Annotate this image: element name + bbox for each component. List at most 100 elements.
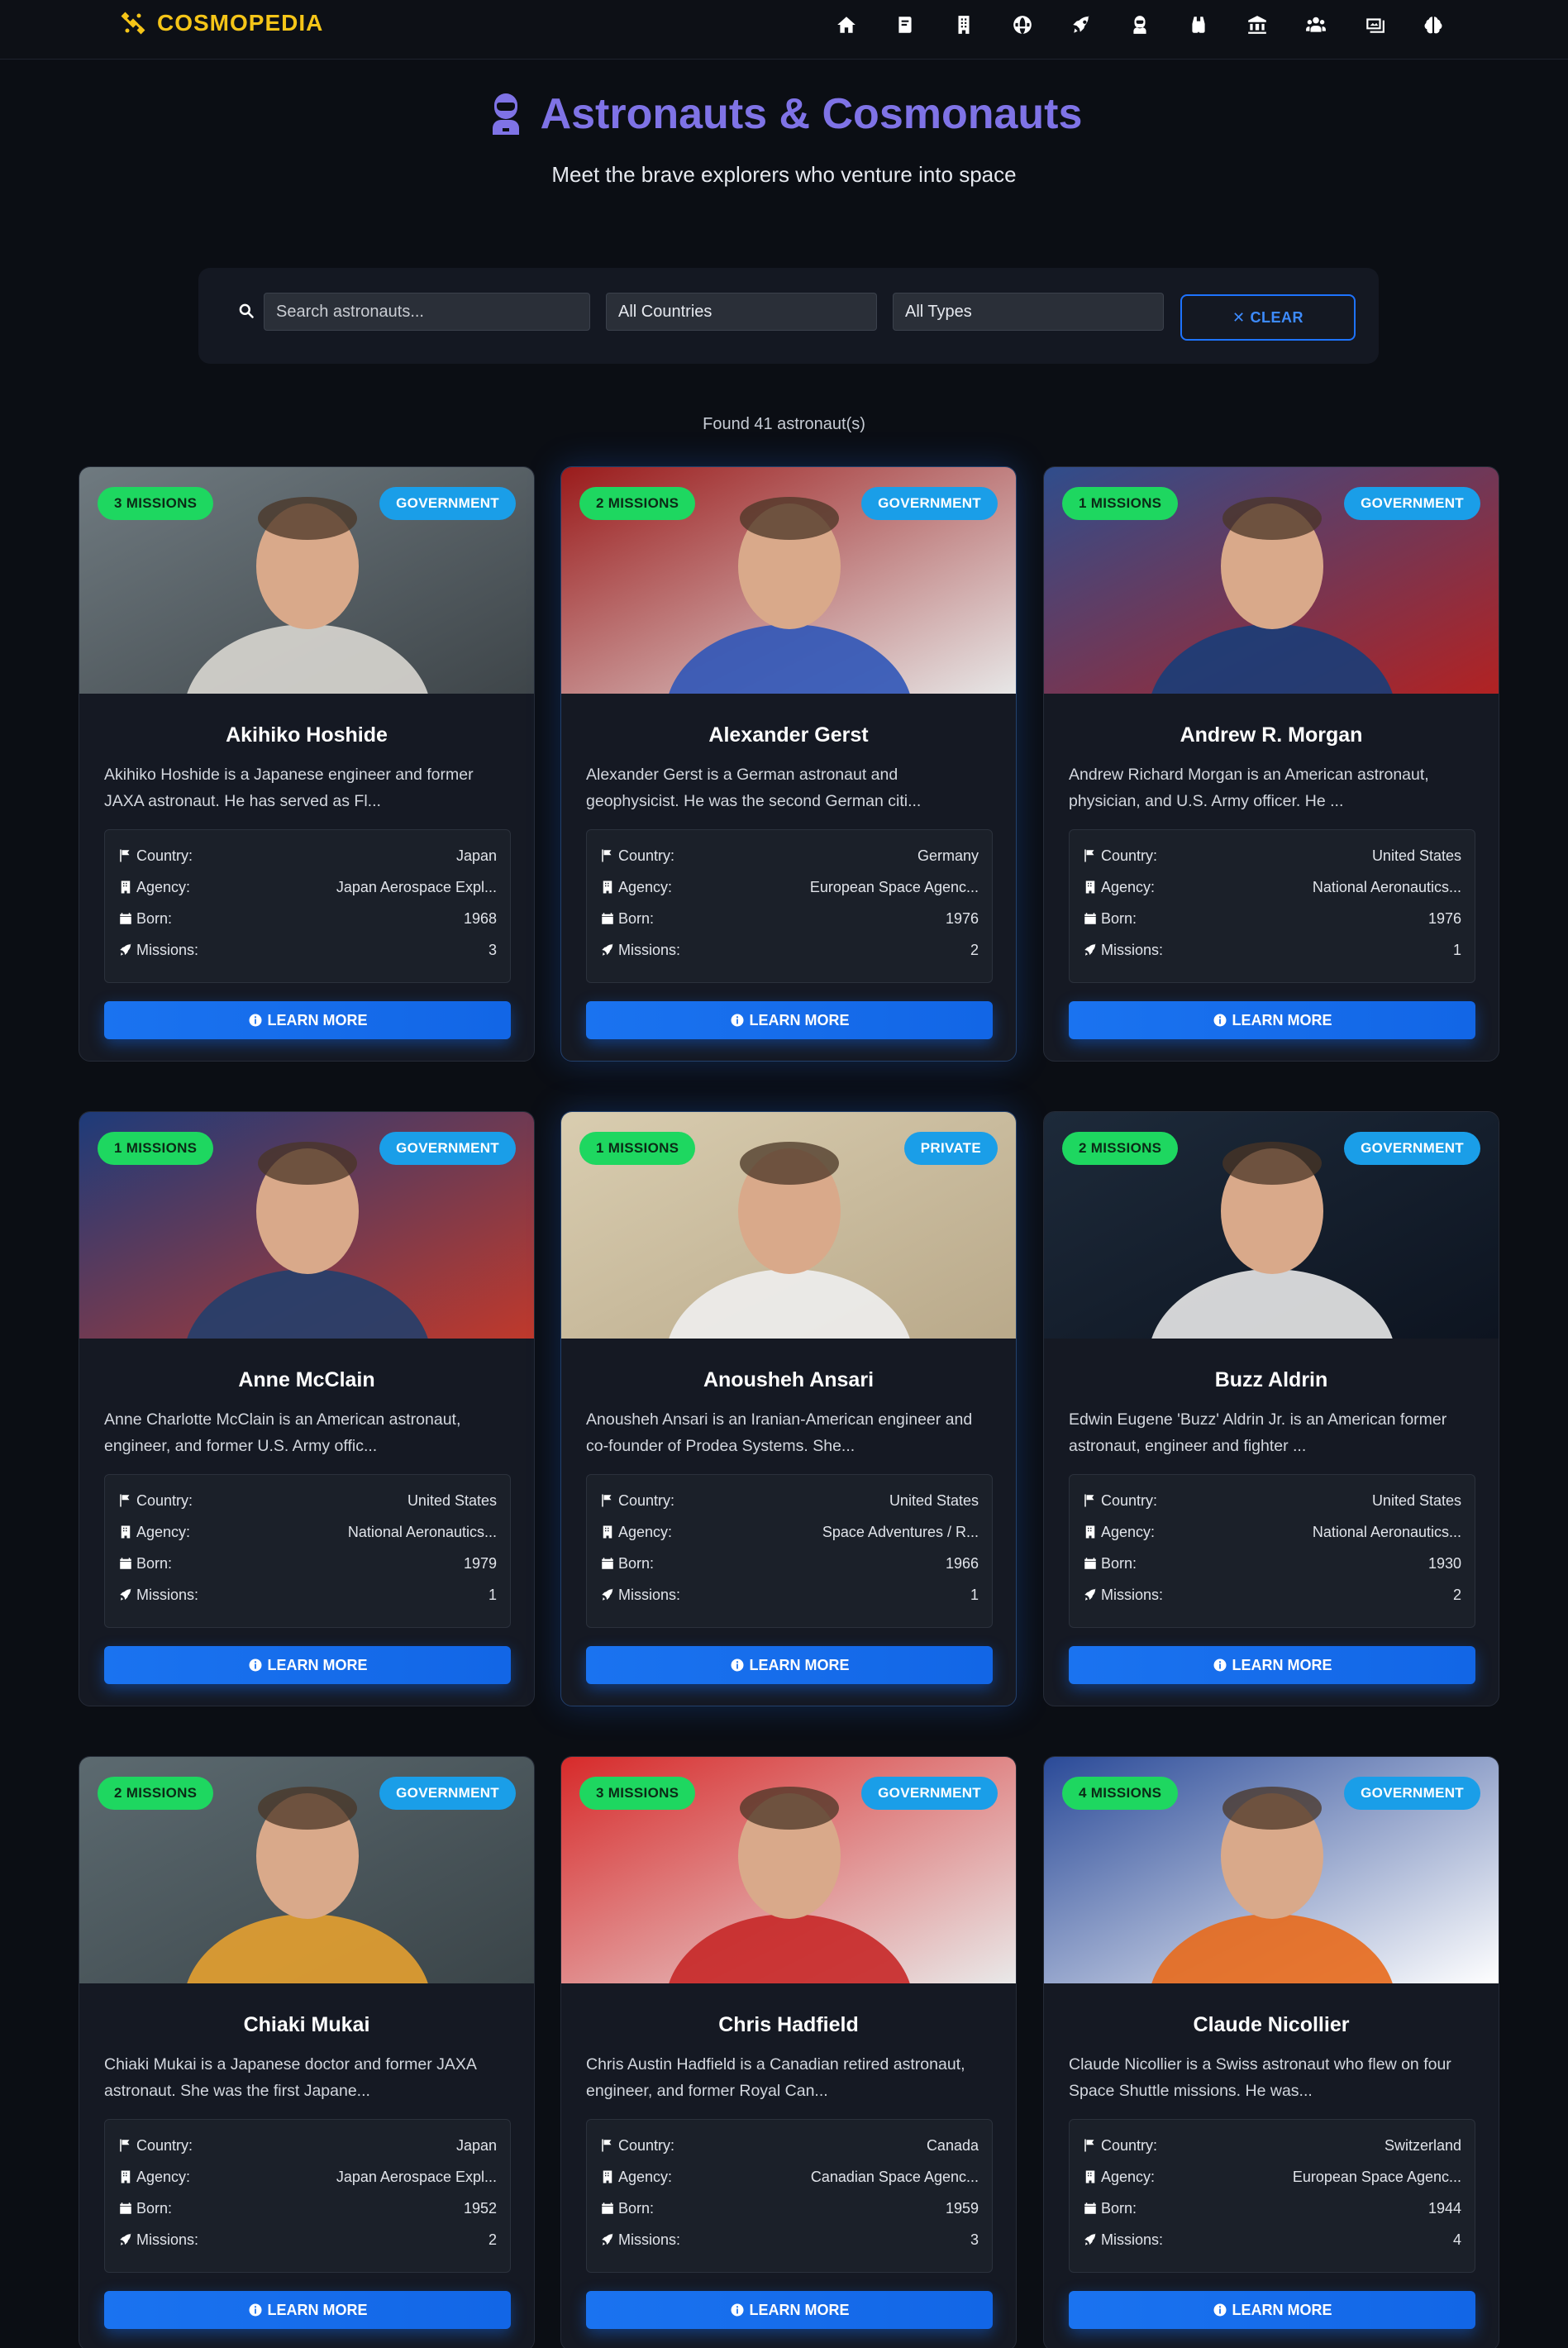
info-row-agency: Agency: Japan Aerospace Expl... <box>118 871 497 903</box>
rocket-icon <box>120 2233 131 2245</box>
missions-label: Missions: <box>136 2231 199 2248</box>
info-row-born: Born: 1979 <box>118 1548 497 1579</box>
type-badge: PRIVATE <box>903 1132 998 1165</box>
missions-badge: 4 MISSIONS <box>1062 1777 1179 1810</box>
born-value: 1952 <box>463 2199 497 2217</box>
info-row-country: Country: Canada <box>600 2130 979 2161</box>
country-label: Country: <box>618 1491 675 1509</box>
info-row-country: Country: Switzerland <box>1083 2130 1461 2161</box>
born-label: Born: <box>618 909 655 927</box>
learn-more-button[interactable]: LEARN MORE <box>1069 2291 1475 2329</box>
born-value: 1930 <box>1427 1554 1461 1572</box>
astronaut-description: Anousheh Ansari is an Iranian-American e… <box>586 1410 973 1455</box>
agency-label: Agency: <box>618 878 673 895</box>
learn-more-button[interactable]: LEARN MORE <box>586 1001 993 1039</box>
type-badge: GOVERNMENT <box>1344 487 1480 520</box>
country-label: Country: <box>136 847 193 864</box>
type-badge: GOVERNMENT <box>861 487 998 520</box>
country-label: Country: <box>136 2136 193 2154</box>
info-row-missions: Missions: 1 <box>600 1579 979 1611</box>
born-value: 1976 <box>945 909 979 927</box>
type-select[interactable]: All Types <box>893 293 1164 331</box>
info-row-born: Born: 1976 <box>600 903 979 934</box>
info-icon <box>1213 1658 1226 1672</box>
building-icon <box>1085 880 1095 894</box>
type-badge: GOVERNMENT <box>1344 1132 1480 1165</box>
images-icon[interactable] <box>1360 10 1389 40</box>
astronaut-card[interactable]: 2 MISSIONS GOVERNMENT Alexander Gerst Al… <box>560 466 1017 1062</box>
calendar-icon <box>120 913 131 924</box>
astronaut-card[interactable]: 1 MISSIONS GOVERNMENT Anne McClain Anne … <box>79 1111 535 1706</box>
type-badge: GOVERNMENT <box>861 1777 998 1810</box>
users-icon[interactable] <box>1301 10 1331 40</box>
country-select[interactable]: All Countries <box>606 293 877 331</box>
clear-button[interactable]: ✕ CLEAR <box>1180 294 1356 341</box>
astronaut-name: Anne McClain <box>238 1368 375 1391</box>
landmark-icon[interactable] <box>1242 10 1272 40</box>
flag-icon <box>120 849 130 862</box>
building-icon <box>121 2170 131 2183</box>
missions-label: Missions: <box>136 1586 199 1603</box>
astronaut-card[interactable]: 1 MISSIONS PRIVATE Anousheh Ansari Anous… <box>560 1111 1017 1706</box>
info-row-born: Born: 1959 <box>600 2193 979 2224</box>
building-icon <box>603 1525 612 1539</box>
calendar-icon <box>120 1558 131 1569</box>
learn-more-button[interactable]: LEARN MORE <box>1069 1646 1475 1684</box>
home-icon[interactable] <box>832 10 861 40</box>
learn-more-button[interactable]: LEARN MORE <box>1069 1001 1475 1039</box>
search-icon <box>233 293 260 329</box>
info-row-missions: Missions: 3 <box>600 2224 979 2255</box>
astronaut-description: Akihiko Hoshide is a Japanese engineer a… <box>104 766 474 810</box>
agency-value: Space Adventures / R... <box>822 1523 979 1540</box>
astronaut-icon[interactable] <box>1125 10 1155 40</box>
calendar-icon <box>602 1558 613 1569</box>
born-label: Born: <box>1101 1554 1137 1572</box>
search-input[interactable] <box>264 293 590 331</box>
missions-badge: 3 MISSIONS <box>579 1777 696 1810</box>
astronaut-card[interactable]: 3 MISSIONS GOVERNMENT Akihiko Hoshide Ak… <box>79 466 535 1062</box>
learn-more-button[interactable]: LEARN MORE <box>104 1001 511 1039</box>
globe-icon[interactable] <box>1008 10 1037 40</box>
missions-value: 1 <box>970 1586 979 1603</box>
learn-more-button[interactable]: LEARN MORE <box>586 1646 993 1684</box>
info-row-agency: Agency: National Aeronautics... <box>1083 871 1461 903</box>
flag-icon <box>602 1494 612 1507</box>
flag-icon <box>1084 2139 1094 2152</box>
calendar-icon <box>602 2202 613 2214</box>
info-row-agency: Agency: Space Adventures / R... <box>600 1516 979 1548</box>
close-icon: ✕ <box>1232 308 1246 326</box>
astronaut-description: Anne Charlotte McClain is an American as… <box>104 1410 461 1455</box>
learn-more-button[interactable]: LEARN MORE <box>586 2291 993 2329</box>
brand-link[interactable]: COSMOPEDIA <box>121 10 323 36</box>
filter-panel: All Countries All Types ✕ CLEAR <box>198 268 1379 364</box>
learn-more-label: LEARN MORE <box>267 1656 368 1673</box>
astronaut-card[interactable]: 1 MISSIONS GOVERNMENT Andrew R. Morgan A… <box>1043 466 1499 1062</box>
building-icon <box>603 880 612 894</box>
born-label: Born: <box>1101 909 1137 927</box>
page-subtitle: Meet the brave explorers who venture int… <box>551 162 1017 187</box>
info-row-missions: Missions: 4 <box>1083 2224 1461 2255</box>
missions-label: Missions: <box>618 2231 681 2248</box>
info-icon <box>731 1014 743 1027</box>
info-row-country: Country: United States <box>1083 840 1461 871</box>
info-icon <box>249 1014 261 1027</box>
agency-value: Japan Aerospace Expl... <box>336 878 497 895</box>
brain-icon[interactable] <box>1418 10 1448 40</box>
binoculars-icon[interactable] <box>1184 10 1213 40</box>
astronaut-name: Claude Nicollier <box>1193 2013 1350 2036</box>
learn-more-label: LEARN MORE <box>267 2301 368 2318</box>
astronaut-card[interactable]: 4 MISSIONS GOVERNMENT Claude Nicollier C… <box>1043 1756 1499 2348</box>
building-icon[interactable] <box>949 10 979 40</box>
astronaut-card[interactable]: 2 MISSIONS GOVERNMENT Buzz Aldrin Edwin … <box>1043 1111 1499 1706</box>
agency-label: Agency: <box>1101 878 1156 895</box>
rocket-icon[interactable] <box>1066 10 1096 40</box>
info-row-agency: Agency: Japan Aerospace Expl... <box>118 2161 497 2193</box>
born-label: Born: <box>136 1554 173 1572</box>
learn-more-button[interactable]: LEARN MORE <box>104 2291 511 2329</box>
astronaut-card[interactable]: 3 MISSIONS GOVERNMENT Chris Hadfield Chr… <box>560 1756 1017 2348</box>
learn-more-button[interactable]: LEARN MORE <box>104 1646 511 1684</box>
info-row-agency: Agency: European Space Agenc... <box>600 871 979 903</box>
book-icon[interactable] <box>890 10 920 40</box>
missions-label: Missions: <box>1101 941 1164 958</box>
astronaut-card[interactable]: 2 MISSIONS GOVERNMENT Chiaki Mukai Chiak… <box>79 1756 535 2348</box>
